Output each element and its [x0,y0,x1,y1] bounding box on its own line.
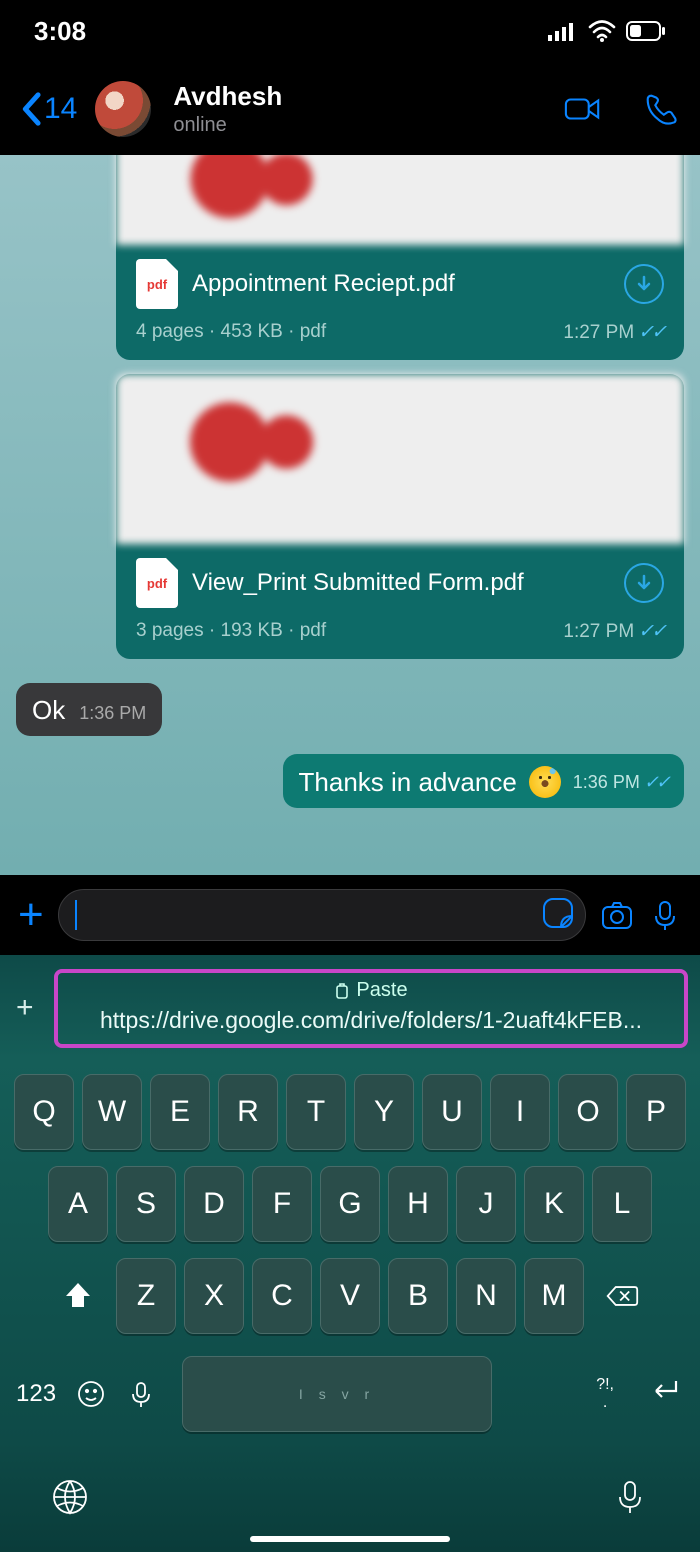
key-n[interactable]: N [456,1258,516,1334]
keyboard-row-4: 123 I s v r ?!,. [6,1350,694,1442]
key-f[interactable]: F [252,1166,312,1242]
key-a[interactable]: A [48,1166,108,1242]
key-z[interactable]: Z [116,1258,176,1334]
keyboard-row-2: ASDFGHJKL [6,1166,694,1242]
key-w[interactable]: W [82,1074,142,1150]
key-k[interactable]: K [524,1166,584,1242]
status-bar: 3:08 [0,0,700,62]
contact-info[interactable]: Avdhesh online [173,81,552,137]
message-time: 1:36 PM [79,703,146,724]
paste-url: https://drive.google.com/drive/folders/1… [68,1007,674,1034]
key-d[interactable]: D [184,1166,244,1242]
message-time: 1:36 PM✓✓ [573,772,668,793]
read-ticks-icon: ✓✓ [644,772,668,792]
battery-icon [626,21,666,41]
document-preview [116,155,684,245]
outgoing-message[interactable]: Thanks in advance 1:36 PM✓✓ [283,754,684,808]
keyboard-suggestion-bar: + Paste https://drive.google.com/drive/f… [0,955,700,1058]
document-meta: 4 pages · 453 KB · pdf 1:27 PM✓✓ [122,317,678,354]
home-indicator[interactable] [250,1536,450,1542]
key-j[interactable]: J [456,1166,516,1242]
key-g[interactable]: G [320,1166,380,1242]
pdf-icon: pdf [136,259,178,309]
key-r[interactable]: R [218,1074,278,1150]
grinning-sweat-emoji [529,766,561,798]
key-t[interactable]: T [286,1074,346,1150]
document-meta: 3 pages · 193 KB · pdf 1:27 PM✓✓ [122,616,678,653]
clock: 3:08 [34,16,86,47]
punctuation-key[interactable]: ?!,. [596,1376,614,1411]
document-name: Appointment Reciept.pdf [192,269,610,299]
contact-name: Avdhesh [173,81,552,112]
key-o[interactable]: O [558,1074,618,1150]
video-call-icon[interactable] [564,90,602,128]
key-p[interactable]: P [626,1074,686,1150]
back-button[interactable]: 14 [20,92,77,126]
read-ticks-icon: ✓✓ [638,322,664,343]
download-button[interactable] [624,264,664,304]
download-button[interactable] [624,563,664,603]
key-u[interactable]: U [422,1074,482,1150]
keyboard-row-3: ZXCVBNM [6,1258,694,1334]
outgoing-document-message[interactable]: pdf Appointment Reciept.pdf 4 pages · 45… [116,155,684,360]
contact-status: online [173,114,552,137]
message-input-bar: + [0,875,700,955]
voice-message-button[interactable] [648,898,682,932]
cellular-icon [548,21,578,41]
unread-count: 14 [44,92,77,126]
chat-area[interactable]: pdf Appointment Reciept.pdf 4 pages · 45… [0,155,700,875]
key-e[interactable]: E [150,1074,210,1150]
document-name: View_Print Submitted Form.pdf [192,568,610,598]
paste-suggestion[interactable]: Paste https://drive.google.com/drive/fol… [54,969,688,1048]
read-ticks-icon: ✓✓ [638,621,664,642]
key-h[interactable]: H [388,1166,448,1242]
globe-key[interactable] [50,1477,90,1517]
incoming-message[interactable]: Ok 1:36 PM [16,683,162,736]
key-q[interactable]: Q [14,1074,74,1150]
outgoing-document-message[interactable]: pdf View_Print Submitted Form.pdf 3 page… [116,374,684,659]
text-cursor [75,900,77,930]
emoji-key[interactable] [76,1379,106,1409]
dictation-key[interactable] [126,1379,156,1409]
key-v[interactable]: V [320,1258,380,1334]
return-key[interactable] [644,1371,684,1416]
paste-label: Paste [334,979,407,1002]
space-key[interactable]: I s v r [182,1356,492,1432]
key-i[interactable]: I [490,1074,550,1150]
key-l[interactable]: L [592,1166,652,1242]
key-b[interactable]: B [388,1258,448,1334]
attach-button[interactable]: + [18,893,44,937]
voice-call-icon[interactable] [642,90,680,128]
backspace-key[interactable] [592,1258,652,1334]
key-s[interactable]: S [116,1166,176,1242]
key-y[interactable]: Y [354,1074,414,1150]
shift-key[interactable] [48,1258,108,1334]
message-text: Ok [32,695,65,726]
key-x[interactable]: X [184,1258,244,1334]
suggestion-plus-icon[interactable]: + [16,991,34,1025]
key-c[interactable]: C [252,1258,312,1334]
numeric-key[interactable]: 123 [16,1380,56,1408]
status-icons [548,20,666,42]
key-m[interactable]: M [524,1258,584,1334]
camera-button[interactable] [600,898,634,932]
keyboard-dock [0,1442,700,1552]
message-input[interactable] [58,889,586,941]
document-preview [116,374,684,544]
pdf-icon: pdf [136,558,178,608]
dictation-key-dock[interactable] [610,1477,650,1517]
chat-header: 14 Avdhesh online [0,62,700,155]
keyboard: QWERTYUIOP ASDFGHJKL ZXCVBNM 123 I s v r… [0,1058,700,1442]
sticker-button[interactable] [541,896,575,935]
wifi-icon [588,20,616,42]
keyboard-row-1: QWERTYUIOP [6,1074,694,1150]
avatar[interactable] [95,81,151,137]
message-text: Thanks in advance [299,767,517,798]
